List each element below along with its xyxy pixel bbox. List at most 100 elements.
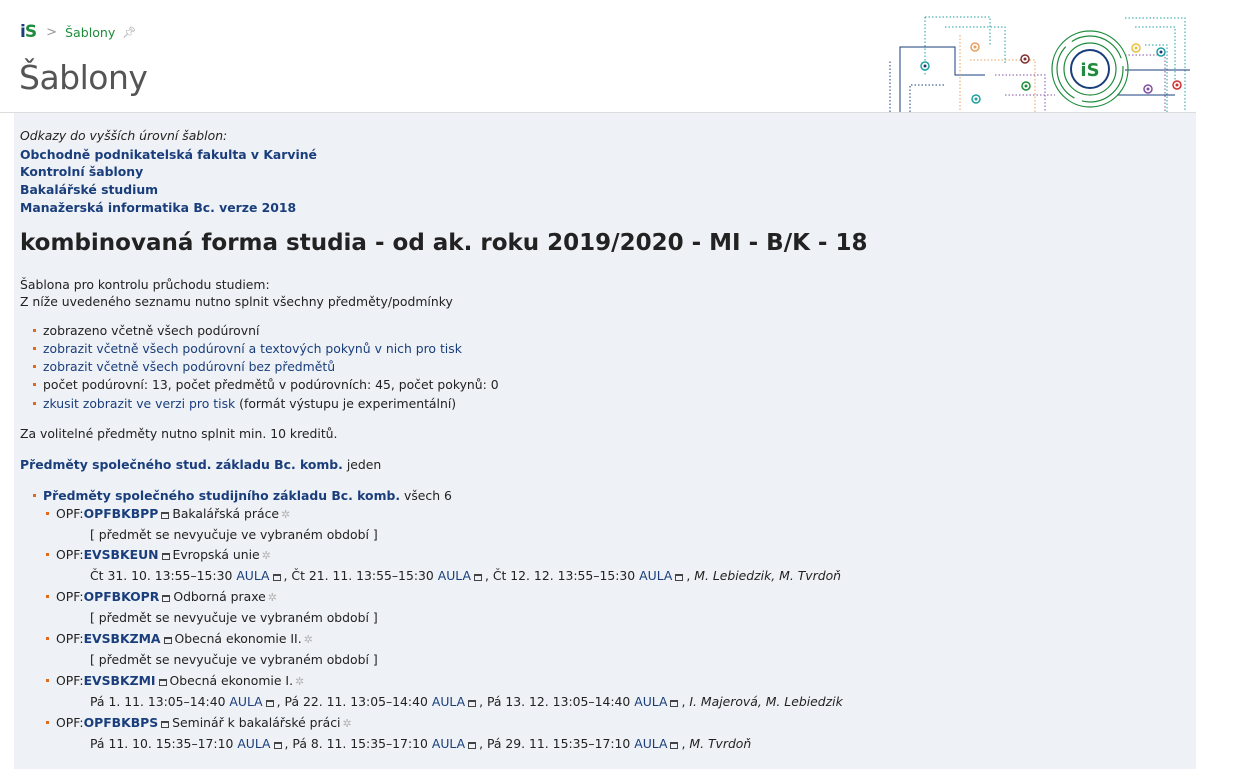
- not-taught-note: [ předmět se nevyučuje ve vybraném obdob…: [90, 610, 378, 625]
- course-faculty: OPF:: [56, 506, 84, 521]
- pin-icon[interactable]: 📌︎: [122, 26, 136, 39]
- room-link[interactable]: AULA: [432, 736, 465, 751]
- schedule-time: Čt 12. 12. 13:55–15:30: [492, 568, 636, 583]
- gear-icon[interactable]: ✲: [281, 508, 290, 521]
- course-faculty: OPF:: [56, 589, 84, 604]
- bullet: [46, 637, 49, 640]
- room-link[interactable]: AULA: [237, 736, 270, 751]
- syllabus-icon[interactable]: [162, 595, 171, 602]
- bullet: [33, 347, 36, 350]
- breadcrumb-current[interactable]: Šablony: [65, 25, 115, 40]
- room-icon[interactable]: [675, 574, 684, 581]
- subgroup-row: Předměty společného studijního základu B…: [43, 488, 452, 503]
- higher-level-link[interactable]: Manažerská informatika Bc. verze 2018: [20, 200, 296, 215]
- course-faculty: OPF:: [56, 547, 84, 562]
- course-code-link[interactable]: EVSBKZMI: [84, 673, 156, 688]
- course-row: OPF:OPFBKBPS Seminář k bakalářské práci ✲: [56, 715, 352, 730]
- bullet: [33, 365, 36, 368]
- syllabus-icon[interactable]: [161, 553, 170, 560]
- teachers: M. Lebiedzik, M. Tvrdoň: [694, 568, 842, 583]
- room-link[interactable]: AULA: [438, 568, 471, 583]
- is-logo[interactable]: iS: [20, 22, 37, 42]
- teachers: I. Majerová, M. Lebiedzik: [689, 694, 843, 709]
- course-name: Obecná ekonomie I.: [169, 673, 294, 688]
- syllabus-icon[interactable]: [163, 637, 172, 644]
- course-name: Evropská unie: [172, 547, 260, 562]
- gear-icon[interactable]: ✲: [304, 633, 313, 646]
- gear-icon[interactable]: ✲: [262, 549, 271, 562]
- svg-text:iS: iS: [1080, 60, 1099, 81]
- course-row: OPF:OPFBKBPP Bakalářská práce ✲: [56, 506, 290, 521]
- room-icon[interactable]: [468, 742, 477, 749]
- option-without-courses-link[interactable]: zobrazit včetně všech podúrovní bez před…: [43, 359, 335, 374]
- room-icon[interactable]: [272, 574, 281, 581]
- course-code-link[interactable]: OPFBKBPS: [84, 715, 159, 730]
- option-counts: počet podúrovní: 13, počet předmětů v po…: [43, 377, 499, 392]
- page-header: iS > Šablony 📌︎ Šablony iS: [0, 0, 1196, 113]
- room-link[interactable]: AULA: [634, 694, 667, 709]
- template-heading: kombinovaná forma studia - od ak. roku 2…: [20, 230, 868, 256]
- schedule-time: Čt 21. 11. 13:55–15:30: [291, 568, 434, 583]
- higher-level-link[interactable]: Obchodně podnikatelská fakulta v Karviné: [20, 147, 317, 162]
- print-version-note: (formát výstupu je experimentální): [239, 396, 457, 411]
- room-icon[interactable]: [468, 700, 477, 707]
- course-code-link[interactable]: EVSBKEUN: [84, 547, 159, 562]
- gear-icon[interactable]: ✲: [268, 591, 277, 604]
- course-name: Bakalářská práce: [172, 506, 280, 521]
- room-link[interactable]: AULA: [639, 568, 672, 583]
- schedule-time: Pá 13. 12. 13:05–14:40: [486, 694, 631, 709]
- room-icon[interactable]: [265, 700, 274, 707]
- option-current-view: zobrazeno včetně všech podúrovní: [43, 323, 260, 338]
- bullet: [46, 679, 49, 682]
- teachers: M. Tvrdoň: [689, 736, 752, 751]
- course-name: Seminář k bakalářské práci: [172, 715, 341, 730]
- course-code-link[interactable]: EVSBKZMA: [84, 631, 161, 646]
- course-code-link[interactable]: OPFBKOPR: [84, 589, 160, 604]
- schedule-time: Pá 22. 11. 13:05–14:40: [284, 694, 428, 709]
- course-name: Obecná ekonomie II.: [174, 631, 302, 646]
- schedule-row: Pá 11. 10. 15:35–17:10 AULA, Pá 8. 11. 1…: [90, 736, 752, 751]
- bullet: [33, 383, 36, 386]
- room-link[interactable]: AULA: [236, 568, 269, 583]
- syllabus-icon[interactable]: [161, 512, 170, 519]
- course-row: OPF:EVSBKZMI Obecná ekonomie I. ✲: [56, 673, 304, 688]
- syllabus-icon[interactable]: [158, 679, 167, 686]
- room-link[interactable]: AULA: [634, 736, 667, 751]
- room-link[interactable]: AULA: [229, 694, 262, 709]
- option-print-with-notes-link[interactable]: zobrazit včetně všech podúrovní a textov…: [43, 341, 462, 356]
- room-icon[interactable]: [473, 574, 482, 581]
- schedule-row: Pá 1. 11. 13:05–14:40 AULA, Pá 22. 11. 1…: [90, 694, 843, 709]
- course-code-link[interactable]: OPFBKBPP: [84, 506, 159, 521]
- bullet: [46, 595, 49, 598]
- description-line: Z níže uvedeného seznamu nutno splnit vš…: [20, 294, 453, 309]
- gear-icon[interactable]: ✲: [342, 717, 351, 730]
- bullet: [33, 402, 36, 405]
- gear-icon[interactable]: ✲: [295, 675, 304, 688]
- course-row: OPF:OPFBKOPR Odborná praxe ✲: [56, 589, 277, 604]
- content-area: Odkazy do vyšších úrovní šablon: Obchodn…: [14, 113, 1196, 769]
- course-name: Odborná praxe: [173, 589, 266, 604]
- circuit-logo-decoration: iS: [889, 16, 1190, 112]
- bullet: [33, 494, 36, 497]
- higher-level-link[interactable]: Kontrolní šablony: [20, 164, 143, 179]
- group-row: Předměty společného stud. základu Bc. ko…: [20, 457, 381, 472]
- higher-level-link[interactable]: Bakalářské studium: [20, 182, 158, 197]
- room-icon[interactable]: [273, 742, 282, 749]
- higher-levels-intro: Odkazy do vyšších úrovní šablon:: [20, 128, 228, 143]
- course-faculty: OPF:: [56, 673, 84, 688]
- print-version-link[interactable]: zkusit zobrazit ve verzi pro tisk: [43, 396, 235, 411]
- schedule-time: Pá 29. 11. 15:35–17:10: [486, 736, 631, 751]
- page-title: Šablony: [19, 58, 148, 97]
- group-link[interactable]: Předměty společného stud. základu Bc. ko…: [20, 457, 343, 472]
- room-link[interactable]: AULA: [432, 694, 465, 709]
- room-icon[interactable]: [670, 700, 679, 707]
- bullet: [46, 553, 49, 556]
- course-row: OPF:EVSBKZMA Obecná ekonomie II. ✲: [56, 631, 313, 646]
- room-icon[interactable]: [670, 742, 679, 749]
- bullet: [46, 512, 49, 515]
- subgroup-link[interactable]: Předměty společného studijního základu B…: [43, 488, 400, 503]
- course-faculty: OPF:: [56, 715, 84, 730]
- bullet: [46, 721, 49, 724]
- schedule-time: Pá 11. 10. 15:35–17:10: [90, 736, 234, 751]
- syllabus-icon[interactable]: [161, 721, 170, 728]
